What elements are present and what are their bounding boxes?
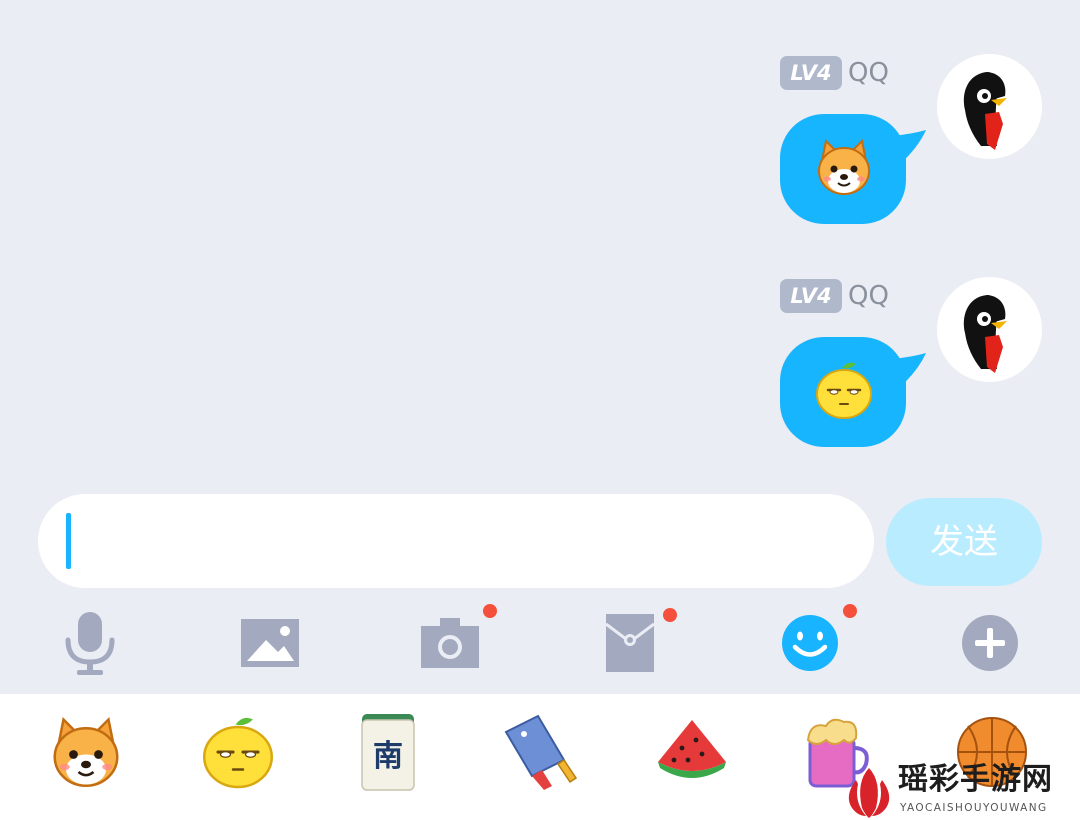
image-icon: [241, 619, 299, 667]
watermark-subtitle: YAOCAISHOUYOUWANG: [900, 802, 1048, 814]
notification-dot: [663, 608, 677, 622]
shiba-dog-icon: [812, 134, 876, 200]
camera-icon: [421, 618, 479, 668]
sender-line: LV4 QQ: [780, 279, 889, 313]
message-input[interactable]: [38, 494, 874, 588]
microphone-icon: [65, 612, 115, 675]
chat-message: LV4 QQ: [0, 50, 1080, 260]
avatar[interactable]: [937, 277, 1042, 382]
chat-screen: LV4 QQ LV4 QQ 发送 瑶彩手游网 YAOCAISHOUYOUWANG: [0, 0, 1080, 820]
voice-button[interactable]: [55, 610, 125, 676]
emoji-icon: [782, 615, 838, 671]
shiba-dog-icon[interactable]: [46, 712, 126, 792]
sender-name[interactable]: QQ: [848, 56, 889, 90]
emoji-button[interactable]: [777, 604, 857, 676]
chat-message: LV4 QQ: [0, 273, 1080, 483]
plus-icon: [962, 615, 1018, 671]
send-button[interactable]: 发送: [886, 498, 1042, 586]
bubble-tail: [892, 353, 926, 389]
input-caret-anchor: [38, 494, 71, 569]
image-button[interactable]: [236, 610, 306, 676]
lemon-face-icon: [812, 357, 876, 423]
notification-dot: [483, 604, 497, 618]
bubble-tail: [892, 130, 926, 166]
qq-penguin-icon: [937, 54, 1042, 159]
mahjong-south-tile-icon[interactable]: [348, 712, 428, 792]
watermark: 瑶彩手游网 YAOCAISHOUYOUWANG: [840, 762, 1076, 820]
notification-dot: [843, 604, 857, 618]
red-packet-button[interactable]: [597, 608, 677, 676]
sender-line: LV4 QQ: [780, 56, 889, 90]
cleaver-knife-icon[interactable]: [498, 712, 578, 792]
level-badge: LV4: [780, 56, 842, 90]
more-button[interactable]: [957, 610, 1027, 676]
red-packet-icon: [605, 614, 655, 672]
qq-penguin-icon: [937, 277, 1042, 382]
lemon-face-icon[interactable]: [198, 712, 278, 792]
level-badge: LV4: [780, 279, 842, 313]
watermelon-slice-icon[interactable]: [652, 712, 732, 792]
camera-button[interactable]: [416, 604, 497, 676]
watermark-logo-icon: [848, 768, 890, 818]
text-caret: [66, 513, 71, 569]
watermark-title: 瑶彩手游网: [898, 762, 1053, 797]
sender-name[interactable]: QQ: [848, 279, 889, 313]
avatar[interactable]: [937, 54, 1042, 159]
